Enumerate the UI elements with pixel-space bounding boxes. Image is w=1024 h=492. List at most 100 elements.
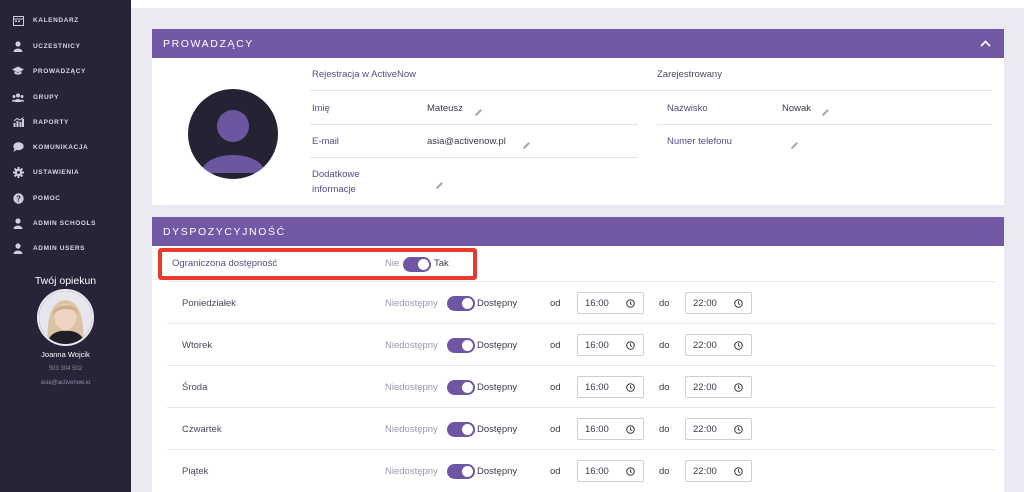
edit-extra-info-icon[interactable] <box>435 177 444 189</box>
sidebar-item-ustawienia[interactable]: USTAWIENIA <box>12 165 79 179</box>
chart-icon <box>12 116 24 128</box>
limited-availability-toggle[interactable] <box>403 257 431 272</box>
to-time-input[interactable]: 22:00 <box>685 292 752 314</box>
sidebar-item-prowadzacy[interactable]: PROWADZĄCY <box>12 64 86 78</box>
edit-first-name-icon[interactable] <box>474 104 483 116</box>
sidebar-item-raporty[interactable]: RAPORTY <box>12 115 69 129</box>
to-time-input[interactable]: 22:00 <box>685 376 752 398</box>
clock-icon <box>626 341 635 350</box>
sidebar-item-label: KALENDARZ <box>33 16 79 24</box>
clock-icon <box>626 467 635 476</box>
sidebar-item-kalendarz[interactable]: KALENDARZ <box>12 13 79 27</box>
clock-icon <box>626 299 635 308</box>
divider <box>657 124 992 125</box>
availability-toggle[interactable] <box>447 422 475 437</box>
sidebar-item-label: RAPORTY <box>33 118 69 126</box>
from-time-input[interactable]: 16:00 <box>577 334 644 356</box>
to-time-value: 22:00 <box>693 466 717 477</box>
instructor-card-header[interactable]: PROWADZĄCY <box>152 29 1004 58</box>
to-label: do <box>659 382 670 393</box>
chevron-up-icon[interactable] <box>979 37 992 50</box>
from-time-input[interactable]: 16:00 <box>577 460 644 482</box>
from-label: od <box>550 340 561 351</box>
clock-icon <box>734 467 743 476</box>
user-icon <box>12 217 24 229</box>
unavailable-label: Niedostępny <box>385 298 438 309</box>
sidebar-item-admin-users[interactable]: ADMIN USERS <box>12 241 85 255</box>
availability-toggle[interactable] <box>447 338 475 353</box>
limited-availability-label: Ograniczona dostępność <box>172 258 278 269</box>
sidebar-item-komunikacja[interactable]: KOMUNIKACJA <box>12 140 88 154</box>
sidebar-item-admin-schools[interactable]: ADMIN SCHOOLS <box>12 216 96 230</box>
sidebar-item-pomoc[interactable]: ? POMOC <box>12 191 61 205</box>
sidebar-item-label: GRUPY <box>33 93 60 101</box>
from-time-value: 16:00 <box>585 382 609 393</box>
registration-status: Zarejestrowany <box>657 69 722 80</box>
svg-text:?: ? <box>16 194 21 203</box>
available-label: Dostępny <box>477 340 518 351</box>
calendar-icon <box>12 14 24 26</box>
from-time-value: 16:00 <box>585 466 609 477</box>
availability-toggle[interactable] <box>447 464 475 479</box>
group-icon <box>12 91 24 103</box>
edit-phone-icon[interactable] <box>790 137 799 149</box>
to-label: do <box>659 298 670 309</box>
help-icon: ? <box>12 192 24 204</box>
from-time-input[interactable]: 16:00 <box>577 292 644 314</box>
unavailable-label: Niedostępny <box>385 424 438 435</box>
available-label: Dostępny <box>477 382 518 393</box>
available-label: Dostępny <box>477 298 518 309</box>
unavailable-label: Niedostępny <box>385 382 438 393</box>
availability-toggle[interactable] <box>447 380 475 395</box>
from-time-input[interactable]: 16:00 <box>577 376 644 398</box>
to-time-input[interactable]: 22:00 <box>685 334 752 356</box>
user-icon <box>12 40 24 52</box>
edit-email-icon[interactable] <box>522 137 531 149</box>
from-label: od <box>550 466 561 477</box>
day-row-wednesday: Środa Niedostępny Dostępny od 16:00 do 2… <box>167 365 996 407</box>
from-label: od <box>550 382 561 393</box>
availability-card-header[interactable]: DYSPOZYCYJNOŚĆ <box>152 217 1004 246</box>
to-time-value: 22:00 <box>693 382 717 393</box>
day-row-tuesday: Wtorek Niedostępny Dostępny od 16:00 do … <box>167 323 996 365</box>
from-time-input[interactable]: 16:00 <box>577 418 644 440</box>
last-name-value: Nowak <box>782 103 812 114</box>
day-name: Czwartek <box>182 424 222 435</box>
from-time-value: 16:00 <box>585 298 609 309</box>
top-bar <box>131 0 1024 8</box>
toggle-knob <box>462 298 473 309</box>
caretaker-photo <box>37 289 94 346</box>
edit-last-name-icon[interactable] <box>821 104 830 116</box>
sidebar-item-label: USTAWIENIA <box>33 168 80 176</box>
registration-label: Rejestracja w ActiveNow <box>312 69 417 80</box>
day-name: Wtorek <box>182 340 213 351</box>
from-time-value: 16:00 <box>585 424 609 435</box>
clock-icon <box>734 425 743 434</box>
limited-availability-off-label: Nie <box>385 258 400 269</box>
to-time-value: 22:00 <box>693 340 717 351</box>
availability-toggle[interactable] <box>447 296 475 311</box>
sidebar-item-label: PROWADZĄCY <box>33 67 86 75</box>
limited-availability-on-label: Tak <box>434 258 449 269</box>
clock-icon <box>734 383 743 392</box>
available-label: Dostępny <box>477 424 518 435</box>
phone-label: Numer telefonu <box>667 136 732 147</box>
toggle-knob <box>418 259 429 270</box>
sidebar-item-grupy[interactable]: GRUPY <box>12 90 59 104</box>
caretaker-title: Twój opiekun <box>34 275 97 287</box>
unavailable-label: Niedostępny <box>385 466 438 477</box>
day-name: Środa <box>182 382 208 393</box>
to-label: do <box>659 340 670 351</box>
toggle-knob <box>462 466 473 477</box>
sidebar-item-uczestnicy[interactable]: UCZESTNICY <box>12 39 81 53</box>
sidebar-item-label: UCZESTNICY <box>33 42 81 50</box>
day-row-thursday: Czwartek Niedostępny Dostępny od 16:00 d… <box>167 407 996 449</box>
toggle-knob <box>462 340 473 351</box>
divider <box>310 157 638 158</box>
to-time-input[interactable]: 22:00 <box>685 460 752 482</box>
caretaker-email: asia@activenow.io <box>40 380 91 386</box>
day-row-friday: Piątek Niedostępny Dostępny od 16:00 do … <box>167 449 996 491</box>
to-time-input[interactable]: 22:00 <box>685 418 752 440</box>
to-time-value: 22:00 <box>693 298 717 309</box>
from-time-value: 16:00 <box>585 340 609 351</box>
